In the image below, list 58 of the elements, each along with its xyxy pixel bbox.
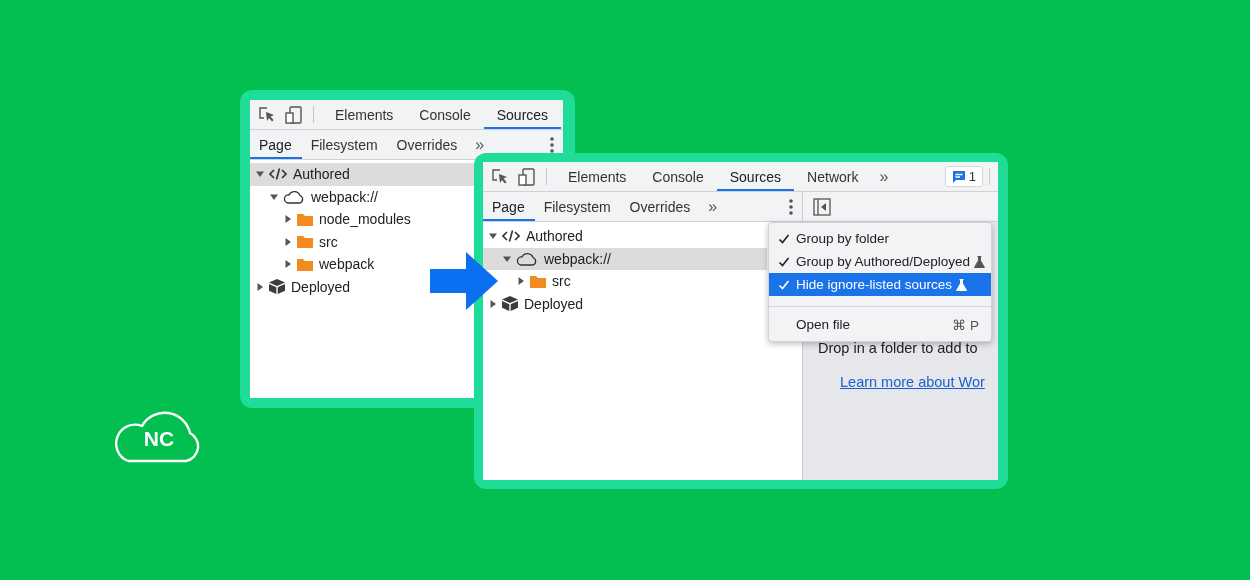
tree-row[interactable]: Authored <box>250 163 474 186</box>
inspect-icon[interactable] <box>258 105 276 124</box>
inspect-icon[interactable] <box>491 167 509 186</box>
menu-item[interactable]: Group by Authored/Deployed <box>769 250 991 273</box>
collapse-arrow-icon[interactable] <box>255 281 265 292</box>
folder-icon <box>297 235 313 249</box>
more-icon[interactable] <box>550 136 554 153</box>
sub-tab[interactable]: Overrides <box>620 192 701 221</box>
arrow-icon <box>430 252 498 310</box>
sub-tab[interactable]: Filesystem <box>534 192 621 221</box>
menu-item[interactable]: Group by folder <box>769 227 991 250</box>
message-icon <box>951 169 966 184</box>
cloud-icon <box>283 189 305 204</box>
sub-tab[interactable]: Page <box>483 192 535 221</box>
cube-icon <box>502 296 518 312</box>
tree-row[interactable]: src <box>516 270 571 293</box>
tree-row[interactable]: src <box>283 230 338 253</box>
shortcut-hint: ⌘ P <box>952 316 980 333</box>
menu-item[interactable]: Hide ignore-listed sources <box>769 273 991 296</box>
folder-icon <box>297 257 313 271</box>
panel-tab[interactable]: Console <box>639 162 717 191</box>
tree-row[interactable]: Deployed <box>488 292 584 315</box>
tree-row[interactable]: webpack:// <box>269 185 378 208</box>
panel-tab[interactable]: Elements <box>555 162 640 191</box>
drop-hint: Drop in a folder to add to <box>818 340 978 356</box>
collapse-arrow-icon[interactable] <box>283 214 293 225</box>
more-icon[interactable] <box>789 198 793 215</box>
collapse-arrow-icon[interactable] <box>283 236 293 247</box>
sub-tab[interactable]: Overrides <box>387 130 468 159</box>
cube-icon <box>269 279 285 295</box>
folder-icon <box>297 212 313 226</box>
logo-text: NC <box>143 427 175 451</box>
collapse-arrow-icon[interactable] <box>488 298 498 309</box>
cloud-icon <box>516 251 538 266</box>
device-icon[interactable] <box>285 105 303 124</box>
code-icon <box>269 167 287 182</box>
collapse-arrow-icon[interactable] <box>283 259 293 270</box>
more-tabs[interactable]: » <box>467 134 493 155</box>
sidebar-toggle-icon[interactable] <box>813 197 831 216</box>
tree-row[interactable]: node_modules <box>283 208 411 231</box>
panel-tab[interactable]: Network <box>794 162 872 191</box>
tree-row[interactable]: Authored <box>488 225 583 248</box>
more-tabs[interactable]: » <box>871 166 897 187</box>
device-icon[interactable] <box>518 167 536 186</box>
code-icon <box>502 229 520 244</box>
tree-row[interactable]: webpack:// <box>483 247 767 270</box>
issues-button[interactable]: 1 <box>944 166 983 187</box>
more-tabs[interactable]: » <box>700 196 726 217</box>
tree-row[interactable]: webpack <box>283 253 375 276</box>
menu-item[interactable]: Open file ⌘ P <box>769 313 991 336</box>
sub-tab[interactable]: Filesystem <box>301 130 388 159</box>
folder-icon <box>530 274 546 288</box>
collapse-arrow-icon[interactable] <box>516 276 526 287</box>
sub-tab[interactable]: Page <box>250 130 302 159</box>
panel-tab[interactable]: Elements <box>322 100 407 129</box>
tree-row[interactable]: Deployed <box>255 275 351 298</box>
panel-tab[interactable]: Console <box>406 100 484 129</box>
learn-more-link[interactable]: Learn more about Wor <box>840 374 985 390</box>
